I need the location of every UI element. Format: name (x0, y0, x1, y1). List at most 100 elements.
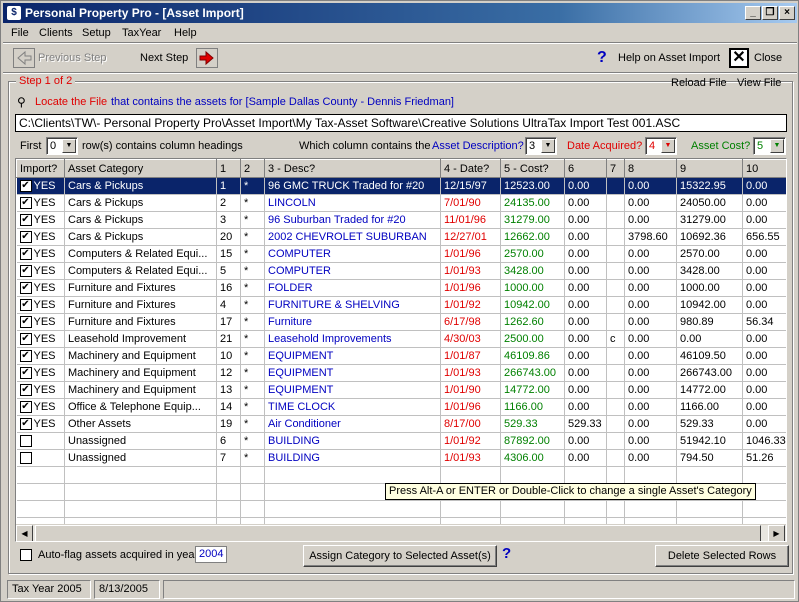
import-cell[interactable]: ✔ YES (16, 262, 65, 280)
table-row[interactable]: ✔ YES Machinery and Equipment 13 * EQUIPMENT 1… (16, 381, 786, 399)
table-row[interactable]: ✔ YES Cars & Pickups 3 * 96 Suburban Traded f… (16, 211, 786, 229)
import-cell[interactable]: ✔ YES (16, 211, 65, 229)
import-cell[interactable]: ✔ YES (16, 177, 65, 195)
import-checkbox[interactable]: ✔ (19, 299, 32, 312)
help-icon[interactable]: ? (597, 49, 607, 67)
import-checkbox[interactable]: ✔ (19, 180, 32, 193)
import-cell[interactable]: ✔ YES (16, 245, 65, 263)
import-cell[interactable]: ✔ YES (16, 296, 65, 314)
col-7[interactable]: 7 (606, 159, 625, 178)
cost-column-select[interactable]: 5 ▼ (753, 137, 786, 155)
table-row[interactable]: ✔ YES Furniture and Fixtures 16 * FOLDER 1/01/… (16, 279, 786, 297)
import-cell[interactable]: ✔ YES (16, 364, 65, 382)
table-row[interactable]: ✔ YES Machinery and Equipment 12 * EQUIPMENT 1… (16, 364, 786, 382)
import-checkbox[interactable]: ✔ (19, 384, 32, 397)
table-row[interactable]: Unassigned 7 * BUILDING 1/01/93 4306.00 0.00 0.… (16, 449, 786, 467)
import-checkbox[interactable]: ✔ (19, 401, 32, 414)
table-row[interactable]: Unassigned 6 * BUILDING 1/01/92 87892.00 0.00 0… (16, 432, 786, 450)
locate-file-link[interactable]: Locate the File (35, 96, 107, 108)
import-checkbox[interactable]: ✔ (19, 214, 32, 227)
close-icon[interactable]: ✕ (729, 48, 749, 68)
table-row[interactable]: ✔ YES Cars & Pickups 2 * LINCOLN 7/01/90 24135.… (16, 194, 786, 212)
help-button[interactable]: Help on Asset Import (618, 52, 720, 64)
assign-category-button[interactable]: Assign Category to Selected Asset(s) (303, 545, 497, 567)
col-category[interactable]: Asset Category (64, 159, 217, 178)
table-row[interactable]: ✔ YES Cars & Pickups 1 * 96 GMC TRUCK Traded … (16, 177, 786, 195)
autoflag-checkbox[interactable] (20, 549, 32, 561)
import-checkbox[interactable]: ✔ (19, 265, 32, 278)
import-checkbox[interactable]: ✔ (19, 282, 32, 295)
table-row[interactable]: ✔ YES Furniture and Fixtures 17 * Furniture 6/… (16, 313, 786, 331)
col-import[interactable]: Import? (16, 159, 65, 178)
chevron-down-icon[interactable]: ▼ (661, 139, 675, 153)
menu-clients[interactable]: Clients (39, 27, 73, 39)
chevron-down-icon[interactable]: ▼ (62, 139, 76, 153)
scroll-thumb[interactable] (35, 525, 761, 541)
col-desc[interactable]: 3 - Desc? (264, 159, 441, 178)
import-checkbox[interactable] (19, 452, 32, 465)
import-cell[interactable]: ✔ YES (16, 398, 65, 416)
col-date[interactable]: 4 - Date? (440, 159, 501, 178)
chevron-down-icon[interactable]: ▼ (770, 139, 784, 153)
col-8[interactable]: 8 (624, 159, 677, 178)
table-row[interactable]: ✔ YES Computers & Related Equi... 5 * COMPUTE… (16, 262, 786, 280)
col-cost[interactable]: 5 - Cost? (500, 159, 565, 178)
col-2[interactable]: 2 (240, 159, 265, 178)
menu-setup[interactable]: Setup (82, 27, 111, 39)
previous-step-button[interactable]: Previous Step (38, 52, 106, 64)
import-checkbox[interactable] (19, 435, 32, 448)
autoflag-year-input[interactable]: 2004 (195, 546, 227, 563)
import-cell[interactable]: ✔ YES (16, 194, 65, 212)
date-column-select[interactable]: 4 ▼ (645, 137, 677, 155)
menu-help[interactable]: Help (174, 27, 197, 39)
import-checkbox[interactable]: ✔ (19, 418, 32, 431)
menu-taxyear[interactable]: TaxYear (122, 27, 161, 39)
restore-button[interactable]: ❐ (762, 6, 778, 20)
horizontal-scrollbar[interactable]: ◀ ▶ (16, 524, 786, 541)
table-row[interactable]: ✔ YES Other Assets 19 * Air Conditioner 8/17/0… (16, 415, 786, 433)
import-checkbox[interactable]: ✔ (19, 197, 32, 210)
col-9[interactable]: 9 (676, 159, 743, 178)
scroll-left-icon[interactable]: ◀ (16, 525, 33, 541)
import-checkbox[interactable]: ✔ (19, 350, 32, 363)
import-cell[interactable]: ✔ YES (16, 279, 65, 297)
import-checkbox[interactable]: ✔ (19, 333, 32, 346)
import-cell[interactable]: ✔ YES (16, 347, 65, 365)
table-row[interactable]: ✔ YES Cars & Pickups 20 * 2002 CHEVROLET SUBU… (16, 228, 786, 246)
import-checkbox[interactable]: ✔ (19, 248, 32, 261)
import-checkbox[interactable]: ✔ (19, 231, 32, 244)
import-cell[interactable]: ✔ YES (16, 330, 65, 348)
previous-arrow-icon[interactable] (13, 48, 35, 68)
next-step-button[interactable]: Next Step (140, 52, 188, 64)
import-cell[interactable] (16, 432, 65, 450)
reload-file-button[interactable]: Reload File (671, 77, 727, 89)
table-row[interactable]: ✔ YES Computers & Related Equi... 15 * COMPUT… (16, 245, 786, 263)
file-path-input[interactable]: C:\Clients\TW\- Personal Property Pro\As… (15, 114, 787, 132)
close-button[interactable]: Close (754, 52, 782, 64)
import-checkbox[interactable]: ✔ (19, 316, 32, 329)
col-10[interactable]: 10 (742, 159, 786, 178)
import-cell[interactable]: ✔ YES (16, 381, 65, 399)
import-cell[interactable]: ✔ YES (16, 313, 65, 331)
import-cell[interactable]: ✔ YES (16, 415, 65, 433)
col-6[interactable]: 6 (564, 159, 607, 178)
menu-file[interactable]: File (11, 27, 29, 39)
minimize-button[interactable]: _ (745, 6, 761, 20)
table-row[interactable]: ✔ YES Furniture and Fixtures 4 * FURNITURE & … (16, 296, 786, 314)
chevron-down-icon[interactable]: ▼ (541, 139, 555, 153)
desc-column-select[interactable]: 3 ▼ (525, 137, 557, 155)
view-file-button[interactable]: View File (737, 77, 781, 89)
delete-rows-button[interactable]: Delete Selected Rows (655, 545, 789, 567)
close-window-button[interactable]: × (779, 6, 795, 20)
next-arrow-icon[interactable] (196, 48, 218, 68)
table-row[interactable]: ✔ YES Office & Telephone Equip... 14 * TIME C… (16, 398, 786, 416)
import-cell[interactable] (16, 449, 65, 467)
assign-help-icon[interactable]: ? (502, 545, 511, 562)
import-cell[interactable]: ✔ YES (16, 228, 65, 246)
header-rows-select[interactable]: 0 ▼ (46, 137, 78, 155)
import-checkbox[interactable]: ✔ (19, 367, 32, 380)
table-row[interactable]: ✔ YES Machinery and Equipment 10 * EQUIPMENT 1… (16, 347, 786, 365)
table-row[interactable]: ✔ YES Leasehold Improvement 21 * Leasehold Im… (16, 330, 786, 348)
col-1[interactable]: 1 (216, 159, 241, 178)
scroll-right-icon[interactable]: ▶ (768, 525, 785, 541)
